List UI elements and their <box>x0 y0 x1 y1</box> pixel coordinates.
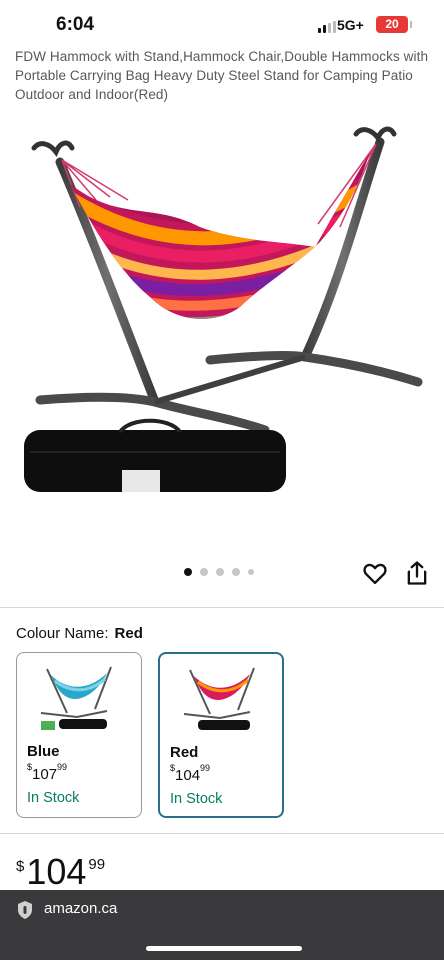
price-fraction: 99 <box>88 856 106 873</box>
price-currency: $ <box>16 858 25 875</box>
carousel-dot[interactable] <box>184 568 192 576</box>
swatch-name: Red <box>170 744 199 761</box>
shield-icon <box>18 901 32 919</box>
network-type: 5G+ <box>337 17 364 33</box>
product-title[interactable]: FDW Hammock with Stand,Hammock Chair,Dou… <box>15 47 435 104</box>
image-carousel-dots[interactable] <box>184 568 254 576</box>
heart-icon[interactable] <box>361 559 389 587</box>
swatch-stock-status: In Stock <box>27 790 80 806</box>
product-image[interactable] <box>0 112 444 552</box>
swatch-stock-status: In Stock <box>170 791 223 807</box>
swatch-image-red <box>183 667 255 730</box>
swatch-red[interactable]: Red $10499 In Stock <box>158 652 284 818</box>
swatch-price: $10499 <box>170 763 211 784</box>
carousel-dot[interactable] <box>232 568 240 576</box>
swatch-image-blue <box>40 666 112 730</box>
colour-selected-value: Red <box>114 625 143 642</box>
swatch-blue[interactable]: Blue $10799 In Stock <box>16 652 142 818</box>
price-whole: 104 <box>26 851 87 892</box>
colour-label-text: Colour Name: <box>16 625 109 642</box>
status-time: 6:04 <box>56 14 95 35</box>
colour-label: Colour Name: Red <box>16 625 143 642</box>
share-icon[interactable] <box>403 559 431 587</box>
carousel-dot[interactable] <box>248 569 254 575</box>
divider <box>0 833 444 834</box>
battery-icon: 20 <box>376 16 412 33</box>
swatch-name: Blue <box>27 743 60 760</box>
status-bar: 6:04 5G+ 20 <box>0 0 444 48</box>
url-text[interactable]: amazon.ca <box>44 900 117 917</box>
home-indicator[interactable] <box>146 946 302 951</box>
carousel-dot[interactable] <box>200 568 208 576</box>
carousel-dot[interactable] <box>216 568 224 576</box>
browser-address-bar[interactable]: amazon.ca <box>0 890 444 960</box>
divider <box>0 607 444 608</box>
swatch-price: $10799 <box>27 762 68 783</box>
product-price: $ 104 99 <box>16 852 105 892</box>
signal-icon <box>318 21 336 33</box>
